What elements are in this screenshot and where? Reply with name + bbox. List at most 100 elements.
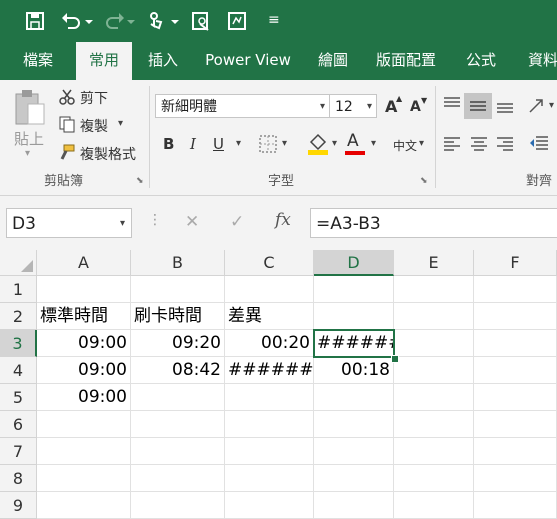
cell-d8[interactable]	[314, 465, 394, 492]
cell-c7[interactable]	[225, 438, 314, 465]
align-top-icon[interactable]	[442, 96, 462, 112]
bold-button[interactable]: B	[163, 135, 174, 153]
cell-a1[interactable]	[37, 276, 131, 303]
italic-button[interactable]: I	[190, 135, 196, 153]
row-header-8[interactable]: 8	[0, 465, 37, 492]
print-preview-icon[interactable]	[190, 10, 212, 32]
cell-a7[interactable]	[37, 438, 131, 465]
cell-d9[interactable]	[314, 492, 394, 519]
phonetic-guide-button[interactable]: 中文	[393, 137, 417, 154]
cell-a8[interactable]	[37, 465, 131, 492]
copy-dropdown-icon[interactable]: ▾	[118, 118, 123, 129]
font-color-button[interactable]: A	[347, 131, 359, 151]
clipboard-launcher-icon[interactable]: ⬊	[136, 176, 144, 186]
cell-b4[interactable]: 08:42	[131, 357, 225, 384]
tab-formulas[interactable]: 公式	[456, 42, 506, 80]
align-left-icon[interactable]	[442, 136, 462, 152]
underline-dropdown-icon[interactable]: ▾	[236, 138, 241, 149]
tab-power-view[interactable]: Power View	[198, 42, 298, 80]
paste-dropdown-icon[interactable]: ▾	[25, 148, 30, 159]
tab-home[interactable]: 常用	[76, 42, 132, 80]
cell-a2[interactable]: 標準時間	[37, 303, 131, 330]
row-header-6[interactable]: 6	[0, 411, 37, 438]
cell-d5[interactable]	[314, 384, 394, 411]
cell-c2[interactable]: 差異	[225, 303, 314, 330]
cell-f3[interactable]	[474, 330, 557, 357]
cell-d2[interactable]	[314, 303, 394, 330]
cell-d3[interactable]: #######	[314, 330, 394, 357]
cell-b2[interactable]: 刷卡時間	[131, 303, 225, 330]
cell-c9[interactable]	[225, 492, 314, 519]
fill-color-icon[interactable]	[306, 132, 330, 156]
touch-mode-icon[interactable]	[145, 10, 167, 32]
formula-input[interactable]: =A3-B3	[310, 208, 557, 238]
cell-c8[interactable]	[225, 465, 314, 492]
cell-f7[interactable]	[474, 438, 557, 465]
cell-e8[interactable]	[394, 465, 474, 492]
cell-c4[interactable]: ########	[225, 357, 314, 384]
tab-draw[interactable]: 繪圖	[308, 42, 358, 80]
cell-b7[interactable]	[131, 438, 225, 465]
cell-f4[interactable]	[474, 357, 557, 384]
insert-function-icon[interactable]: fx	[275, 210, 291, 230]
borders-icon[interactable]	[258, 134, 278, 154]
cell-c3[interactable]: 00:20	[225, 330, 314, 357]
align-middle-button[interactable]	[464, 93, 492, 119]
align-center-icon[interactable]	[469, 136, 489, 152]
touch-dropdown-icon[interactable]	[170, 10, 180, 32]
row-header-4[interactable]: 4	[0, 357, 37, 384]
cell-a6[interactable]	[37, 411, 131, 438]
cell-b3[interactable]: 09:20	[131, 330, 225, 357]
name-box[interactable]: D3 ▾	[6, 208, 132, 238]
align-bottom-icon[interactable]	[495, 98, 515, 114]
cell-a4[interactable]: 09:00	[37, 357, 131, 384]
cell-f2[interactable]	[474, 303, 557, 330]
tab-file[interactable]: 檔案	[10, 42, 66, 80]
cell-e3[interactable]	[394, 330, 474, 357]
cut-icon[interactable]	[58, 88, 76, 106]
cell-a9[interactable]	[37, 492, 131, 519]
cell-c1[interactable]	[225, 276, 314, 303]
undo-icon[interactable]	[60, 10, 82, 32]
row-header-2[interactable]: 2	[0, 303, 37, 330]
cell-d6[interactable]	[314, 411, 394, 438]
column-header-f[interactable]: F	[474, 250, 557, 276]
align-right-icon[interactable]	[495, 136, 515, 152]
cell-f6[interactable]	[474, 411, 557, 438]
cell-d4[interactable]: 00:18	[314, 357, 394, 384]
cell-c5[interactable]	[225, 384, 314, 411]
orientation-dropdown-icon[interactable]: ▾	[549, 100, 554, 111]
cell-c6[interactable]	[225, 411, 314, 438]
cell-a3[interactable]: 09:00	[37, 330, 131, 357]
cell-b9[interactable]	[131, 492, 225, 519]
format-painter-button[interactable]: 複製格式	[80, 144, 136, 164]
cell-e4[interactable]	[394, 357, 474, 384]
column-header-b[interactable]: B	[131, 250, 225, 276]
row-header-1[interactable]: 1	[0, 276, 37, 303]
undo-dropdown-icon[interactable]	[84, 10, 94, 32]
decrease-indent-icon[interactable]	[528, 134, 550, 152]
column-header-c[interactable]: C	[225, 250, 314, 276]
row-header-5[interactable]: 5	[0, 384, 37, 411]
font-name-select[interactable]: 新細明體 ▾	[155, 94, 330, 118]
save-icon[interactable]	[24, 10, 46, 32]
column-header-e[interactable]: E	[394, 250, 474, 276]
borders-dropdown-icon[interactable]: ▾	[282, 138, 287, 149]
font-color-dropdown-icon[interactable]: ▾	[371, 138, 376, 149]
tab-data[interactable]: 資料	[518, 42, 557, 80]
redo-dropdown-icon[interactable]	[126, 10, 136, 32]
cell-e6[interactable]	[394, 411, 474, 438]
cell-b5[interactable]	[131, 384, 225, 411]
cell-a5[interactable]: 09:00	[37, 384, 131, 411]
cut-button[interactable]: 剪下	[80, 88, 108, 108]
enter-icon[interactable]: ✓	[230, 212, 244, 232]
font-launcher-icon[interactable]: ⬊	[420, 176, 428, 186]
orientation-icon[interactable]	[526, 96, 546, 116]
redo-icon[interactable]	[104, 10, 126, 32]
cell-e2[interactable]	[394, 303, 474, 330]
fill-color-dropdown-icon[interactable]: ▾	[332, 138, 337, 149]
cell-e1[interactable]	[394, 276, 474, 303]
customize-qat-icon[interactable]: ≡	[268, 12, 280, 28]
paste-button[interactable]: 貼上	[14, 128, 44, 149]
cell-e7[interactable]	[394, 438, 474, 465]
